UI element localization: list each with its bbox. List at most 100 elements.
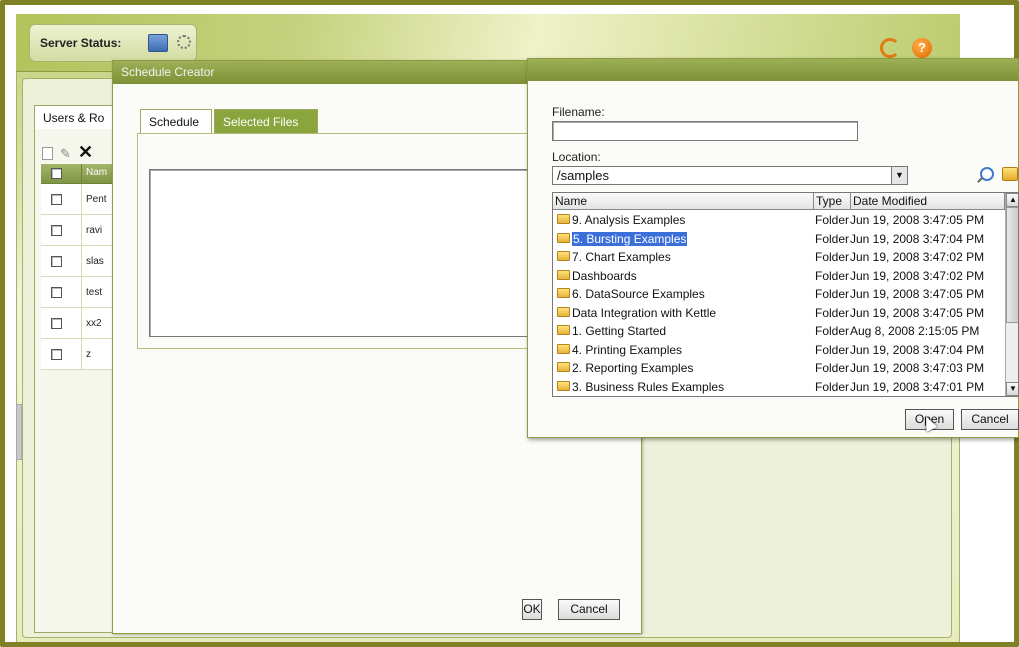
file-type: Folder xyxy=(815,231,850,246)
name-column-header[interactable]: Name xyxy=(553,193,814,210)
delete-user-icon[interactable]: ✕ xyxy=(78,142,93,163)
help-icon[interactable]: ? xyxy=(912,38,932,58)
folder-icon xyxy=(557,288,570,298)
scroll-up-icon[interactable]: ▲ xyxy=(1006,193,1018,207)
file-type: Folder xyxy=(815,379,850,394)
table-row[interactable]: ravi xyxy=(41,215,115,246)
list-item[interactable]: 3. Business Rules Examples Folder Jun 19, … xyxy=(553,378,1005,397)
folder-icon xyxy=(557,306,570,317)
row-checkbox[interactable] xyxy=(51,225,62,236)
list-item[interactable]: 2. Reporting Examples Folder Jun 19, 2008 … xyxy=(553,359,1005,378)
row-checkbox[interactable] xyxy=(51,256,62,267)
ok-button[interactable]: OK xyxy=(522,599,542,620)
scrollbar-thumb[interactable] xyxy=(1006,207,1018,323)
file-type: Folder xyxy=(815,250,850,264)
list-item[interactable]: 6. DataSource Examples Folder Jun 19, 2008… xyxy=(553,285,1005,304)
edit-user-icon[interactable]: ✎ xyxy=(60,146,71,162)
location-value: /samples xyxy=(557,168,610,183)
folder-icon xyxy=(557,214,570,224)
cancel-button[interactable]: Cancel xyxy=(558,599,620,620)
file-name: Dashboards xyxy=(572,268,637,283)
file-type: Folder xyxy=(815,305,850,320)
refresh-icon[interactable] xyxy=(880,38,900,58)
file-name: 3. Business Rules Examples xyxy=(572,379,725,394)
type-column-header[interactable]: Type xyxy=(813,193,851,210)
vertical-scrollbar[interactable]: ▲ ▼ xyxy=(1005,193,1018,396)
folder-icon xyxy=(557,232,570,243)
date-column-header[interactable]: Date Modified xyxy=(850,193,1005,210)
file-name: 6. DataSource Examples xyxy=(572,287,705,301)
tab-schedule[interactable]: Schedule xyxy=(140,109,212,133)
user-name: slas xyxy=(81,246,115,277)
table-row[interactable]: xx2 xyxy=(41,308,115,339)
folder-icon xyxy=(557,325,570,335)
file-date: Jun 19, 2008 3:47:04 PM xyxy=(850,231,985,246)
row-checkbox[interactable] xyxy=(51,318,62,329)
file-name: 4. Printing Examples xyxy=(572,342,683,357)
table-row[interactable]: Pent xyxy=(41,184,115,215)
row-checkbox[interactable] xyxy=(51,287,62,298)
folder-icon xyxy=(557,251,570,261)
server-status-label: Server Status: xyxy=(40,36,122,50)
location-label: Location: xyxy=(552,150,601,164)
user-name: test xyxy=(81,277,115,308)
user-name: Pent xyxy=(81,184,115,215)
folder-icon xyxy=(557,343,570,354)
folder-icon xyxy=(557,269,570,280)
folder-icon xyxy=(557,380,570,391)
file-name: 5. Bursting Examples xyxy=(572,231,688,246)
folder-icon xyxy=(557,362,570,372)
table-row[interactable]: z xyxy=(41,339,115,370)
scroll-down-icon[interactable]: ▼ xyxy=(1006,382,1018,396)
dialog-title-bar[interactable] xyxy=(528,59,1018,81)
new-user-icon[interactable] xyxy=(42,147,53,160)
users-table: Nam Pent ravi slas test xx2 z xyxy=(41,164,115,370)
filename-input[interactable] xyxy=(552,121,858,141)
row-checkbox[interactable] xyxy=(51,194,62,205)
list-item[interactable]: 5. Bursting Examples Folder Jun 19, 2008 3… xyxy=(553,230,1005,249)
file-name: 2. Reporting Examples xyxy=(572,361,694,375)
users-table-header: Nam xyxy=(41,164,115,184)
file-name: 1. Getting Started xyxy=(572,324,667,338)
user-name: xx2 xyxy=(81,308,115,339)
tab-selected-files[interactable]: Selected Files xyxy=(214,109,318,133)
folder-up-icon[interactable] xyxy=(1002,167,1018,181)
location-select[interactable]: /samples ▼ xyxy=(552,166,908,185)
file-type: Folder xyxy=(815,213,850,227)
user-name: z xyxy=(81,339,115,370)
file-list: Name Type Date Modified 9. Analysis Exam… xyxy=(552,192,1019,397)
file-date: Jun 19, 2008 3:47:05 PM xyxy=(850,213,985,227)
list-item[interactable]: 7. Chart Examples Folder Jun 19, 2008 3:47… xyxy=(553,248,1005,267)
name-column-header[interactable]: Nam xyxy=(81,164,115,184)
filename-label: Filename: xyxy=(552,105,605,119)
list-item[interactable]: 1. Getting Started Folder Aug 8, 2008 2:15… xyxy=(553,322,1005,341)
loading-spinner-icon xyxy=(177,35,191,49)
list-item[interactable]: 4. Printing Examples Folder Jun 19, 2008 3… xyxy=(553,341,1005,360)
file-type: Folder xyxy=(815,287,850,301)
server-icon[interactable] xyxy=(148,34,168,52)
file-date: Jun 19, 2008 3:47:05 PM xyxy=(850,305,985,320)
select-all-checkbox[interactable] xyxy=(51,168,62,179)
cancel-button[interactable]: Cancel xyxy=(961,409,1019,430)
file-date: Jun 19, 2008 3:47:02 PM xyxy=(850,268,985,283)
file-date: Jun 19, 2008 3:47:01 PM xyxy=(850,379,985,394)
file-type: Folder xyxy=(815,361,850,375)
list-item[interactable]: Dashboards Folder Jun 19, 2008 3:47:02 PM xyxy=(553,267,1005,286)
list-item[interactable]: Data Integration with Kettle Folder Jun 19… xyxy=(553,304,1005,323)
table-row[interactable]: slas xyxy=(41,246,115,277)
file-date: Aug 8, 2008 2:15:05 PM xyxy=(850,324,980,338)
chevron-down-icon[interactable]: ▼ xyxy=(891,167,907,184)
table-row[interactable]: test xyxy=(41,277,115,308)
tab-users-roles[interactable]: Users & Ro xyxy=(34,105,124,129)
search-icon[interactable] xyxy=(980,167,994,181)
row-checkbox[interactable] xyxy=(51,349,62,360)
file-date: Jun 19, 2008 3:47:05 PM xyxy=(850,287,985,301)
file-type: Folder xyxy=(815,324,850,338)
file-chooser-dialog: Filename: Location: /samples ▼ Name Type… xyxy=(527,58,1019,438)
server-status-box: Server Status: xyxy=(29,24,197,62)
user-name: ravi xyxy=(81,215,115,246)
list-item[interactable]: 9. Analysis Examples Folder Jun 19, 2008 3… xyxy=(553,211,1005,230)
file-type: Folder xyxy=(815,268,850,283)
splitter-handle[interactable] xyxy=(16,404,22,460)
file-rows: 9. Analysis Examples Folder Jun 19, 2008 3… xyxy=(553,211,1005,396)
